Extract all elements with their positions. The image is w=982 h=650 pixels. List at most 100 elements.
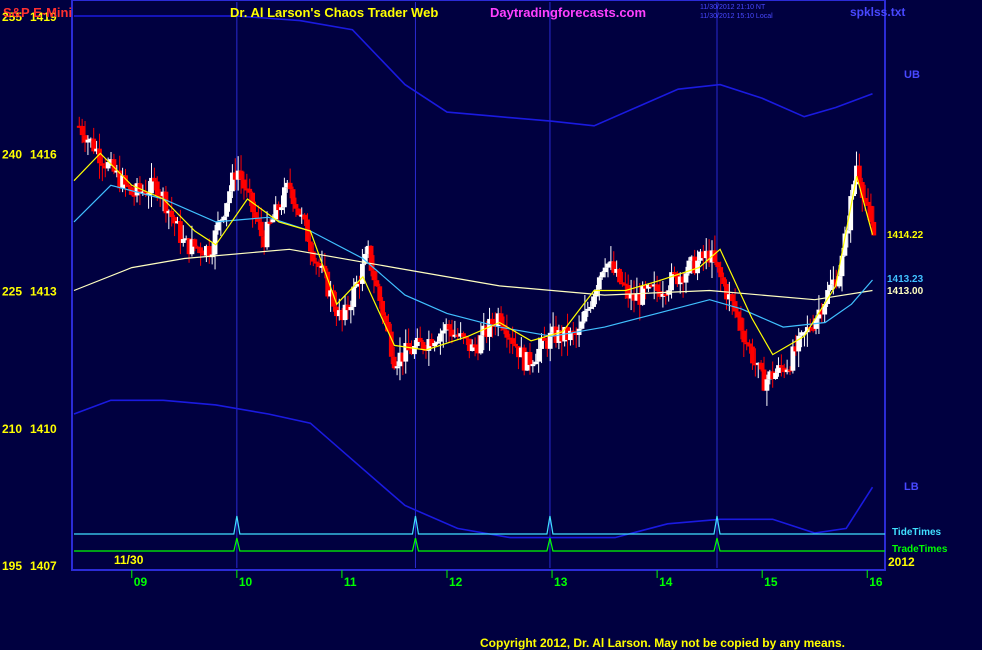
price-bar	[290, 189, 296, 205]
price-bar	[530, 364, 536, 367]
price-bar	[169, 210, 175, 218]
x-axis-hour-label: 10	[239, 575, 253, 589]
price-bar	[224, 203, 230, 217]
price-bar	[591, 296, 596, 307]
price-bar	[605, 263, 611, 268]
price-bar	[721, 277, 726, 284]
price-bar	[735, 311, 741, 318]
price-bar	[588, 306, 594, 309]
price-bar	[302, 214, 308, 220]
price-bar	[585, 308, 591, 311]
date-label: 11/30	[114, 553, 144, 567]
price-bar	[296, 208, 302, 216]
price-bar	[420, 341, 426, 349]
price-bar	[602, 267, 608, 273]
price-bar	[729, 294, 735, 302]
price-bar	[380, 300, 386, 316]
price-bar	[461, 333, 466, 337]
price-bar	[241, 179, 247, 189]
price-bar	[654, 284, 660, 292]
ema-fast-price-tag: 1414.22	[887, 230, 924, 241]
price-bar	[773, 372, 778, 380]
ema-slow-price-tag: 1413.00	[887, 286, 924, 297]
price-bar	[258, 221, 264, 237]
price-bar	[513, 343, 518, 347]
price-bar	[446, 324, 452, 330]
price-bar	[758, 362, 764, 370]
site-link[interactable]: Daytradingforecasts.com	[490, 5, 646, 20]
price-bar	[293, 204, 299, 209]
price-bar	[394, 366, 400, 369]
x-axis-hour-label: 12	[449, 575, 463, 589]
x-axis-hour-label: 09	[134, 575, 148, 589]
chart-window: 255 1419 240 1416 225 1413 210 1410 195 1407 09 10 1…	[0, 0, 982, 650]
y-axis-price-label: 1407	[30, 559, 57, 573]
price-bar	[192, 239, 198, 247]
x-axis-hour-label: 14	[659, 575, 673, 589]
price-bar	[617, 268, 622, 283]
price-bar	[582, 310, 588, 322]
year-label: 2012	[888, 555, 915, 569]
y-axis-price-label: 1416	[30, 147, 57, 161]
price-bar	[472, 344, 478, 348]
price-bar	[253, 212, 258, 218]
price-bar	[533, 361, 539, 365]
y-axis-price-label: 1410	[30, 422, 57, 436]
trade-times-line	[74, 537, 885, 552]
price-bar	[281, 187, 287, 208]
upper-band-label: UB	[904, 69, 920, 81]
price-bar	[99, 163, 105, 166]
price-bar	[264, 221, 270, 248]
price-bar	[351, 286, 357, 307]
event-lines	[74, 515, 885, 552]
price-bar	[527, 352, 533, 365]
ema-mid-line	[73, 184, 873, 337]
chart-canvas: 255 1419240 1416225 1413210 1410195 140709 10 1…	[2, 0, 948, 650]
price-bar	[79, 125, 85, 136]
file-name: spklss.txt	[850, 5, 905, 19]
price-bar	[412, 346, 417, 355]
timestamp-local: 11/30/2012 15:10 Local	[700, 13, 773, 20]
x-axis-hour-label: 11	[344, 575, 357, 589]
y-axis-index-label: 240	[2, 147, 22, 161]
price-bar	[741, 330, 747, 343]
price-bar	[764, 379, 770, 391]
price-bar	[868, 205, 874, 222]
price-bar	[718, 267, 724, 278]
lower-band-line	[73, 399, 874, 539]
ema-mid-price-tag: 1413.23	[887, 274, 924, 285]
price-bar	[510, 338, 516, 344]
price-bar	[750, 346, 755, 364]
price-bar	[125, 184, 131, 188]
price-bar	[738, 317, 744, 331]
x-axis-hour-label: 15	[764, 575, 778, 589]
price-bar	[490, 318, 495, 326]
price-bar	[810, 328, 816, 331]
price-bar	[287, 182, 293, 190]
trade-times-label: TradeTimes	[892, 544, 948, 555]
plot-frame	[71, 0, 886, 571]
price-bar	[371, 270, 377, 281]
price-bar	[279, 207, 284, 211]
y-axis-index-label: 225	[2, 285, 22, 299]
price-bar	[238, 170, 244, 180]
price-bar	[778, 365, 784, 368]
price-bar	[360, 263, 365, 284]
tide-times-label: TideTimes	[892, 527, 942, 538]
price-bar	[215, 221, 221, 231]
price-bar	[599, 272, 605, 278]
y-axis-index-label: 210	[2, 422, 22, 436]
lower-band-label: LB	[904, 481, 919, 493]
upper-band-line	[74, 15, 873, 127]
price-bar	[438, 333, 443, 342]
price-bar	[154, 181, 160, 196]
price-bar	[307, 241, 313, 252]
price-bar	[865, 201, 871, 206]
symbol-label: S&P E-Mini	[3, 5, 72, 20]
price-bar	[151, 177, 157, 182]
price-bars	[76, 116, 877, 406]
price-bar	[137, 183, 143, 192]
price-bar	[386, 321, 391, 332]
price-bar	[348, 306, 354, 311]
price-bar	[374, 280, 380, 287]
